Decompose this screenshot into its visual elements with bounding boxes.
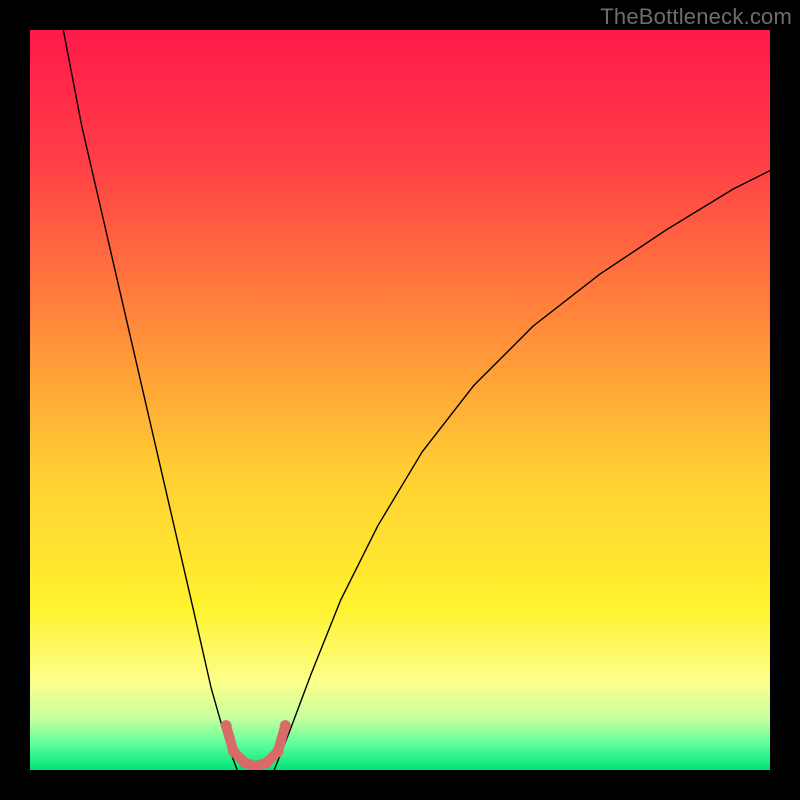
plot-area (30, 30, 770, 770)
series-trough-marker-point (228, 746, 239, 757)
series-trough-marker-point (261, 757, 272, 768)
series-trough-marker-point (221, 720, 232, 731)
watermark-label: TheBottleneck.com (600, 4, 792, 30)
series-trough-marker-point (272, 746, 283, 757)
chart-stage: TheBottleneck.com (0, 0, 800, 800)
series-trough-marker-point (239, 757, 250, 768)
chart-background (30, 30, 770, 770)
chart-svg (30, 30, 770, 770)
series-trough-marker-point (280, 720, 291, 731)
